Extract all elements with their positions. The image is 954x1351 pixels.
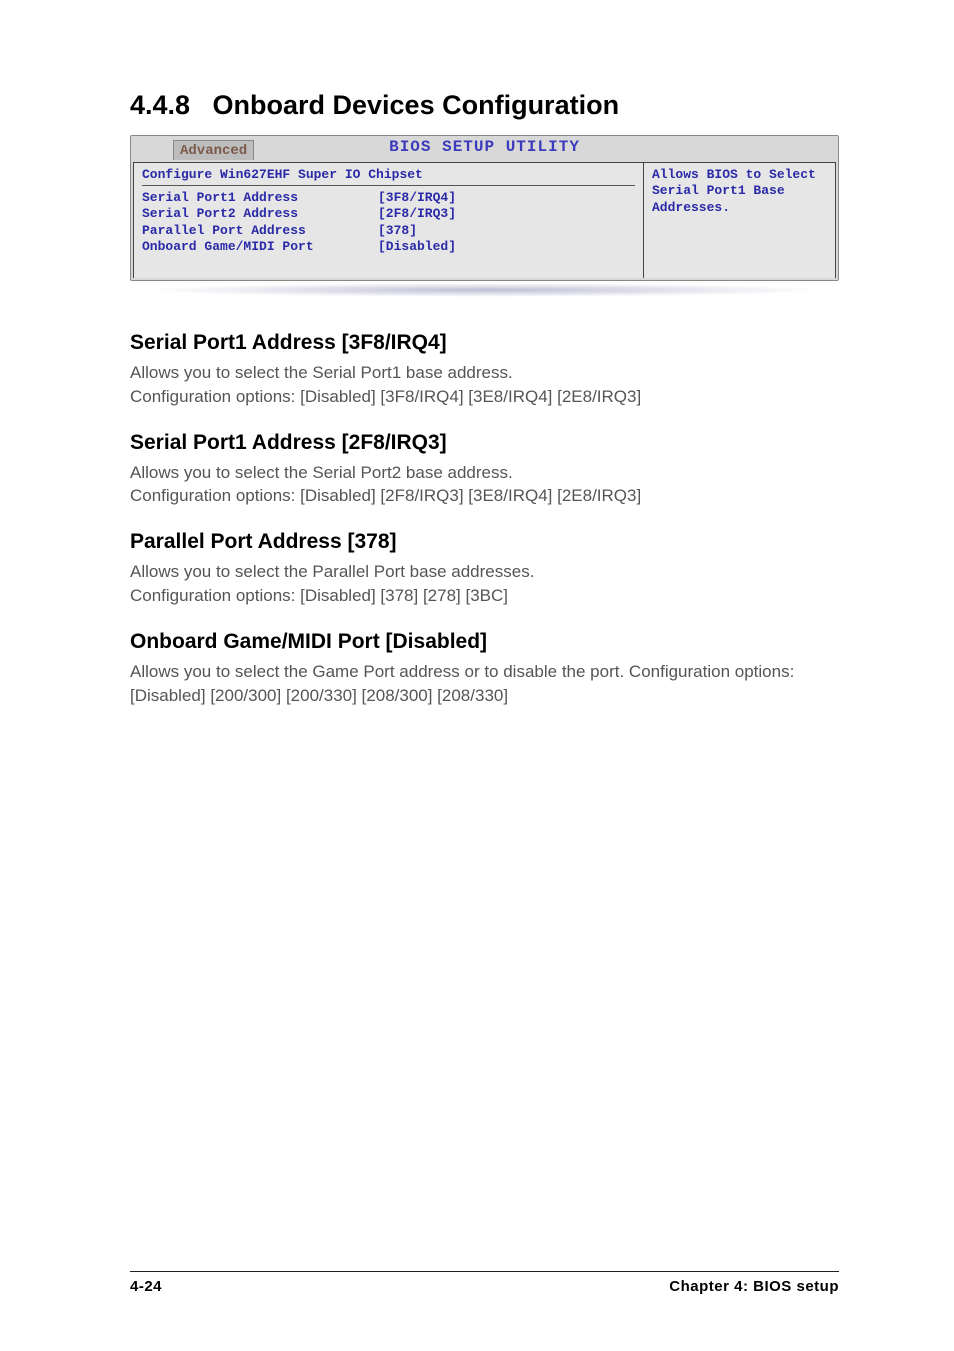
bios-row-value: [3F8/IRQ4] [378,190,456,206]
page-footer: 4-24 Chapter 4: BIOS setup [130,1271,839,1295]
bios-help-text: Allows BIOS to Select Serial Port1 Base … [652,167,827,216]
body-game-midi: Allows you to select the Game Port addre… [130,660,839,708]
bios-row: Parallel Port Address [378] [142,223,635,239]
bios-banner: BIOS SETUP UTILITY [389,138,580,156]
bios-help-panel: Allows BIOS to Select Serial Port1 Base … [644,162,836,278]
footer-page-number: 4-24 [130,1278,162,1295]
subheading-parallel-port: Parallel Port Address [378] [130,530,839,554]
bios-row: Serial Port1 Address [3F8/IRQ4] [142,190,635,206]
bios-row: Serial Port2 Address [2F8/IRQ3] [142,206,635,222]
bios-row-label: Serial Port1 Address [142,190,378,206]
bios-row-label: Onboard Game/MIDI Port [142,239,378,255]
section-heading: 4.4.8 Onboard Devices Configuration [130,90,839,121]
body-serial-port2: Allows you to select the Serial Port2 ba… [130,461,839,509]
section-number: 4.4.8 [130,90,190,121]
bios-row-value: [378] [378,223,417,239]
subheading-game-midi: Onboard Game/MIDI Port [Disabled] [130,630,839,654]
bios-left-panel: Configure Win627EHF Super IO Chipset Ser… [133,162,644,278]
bios-tab-advanced: Advanced [173,140,254,160]
bios-row: Onboard Game/MIDI Port [Disabled] [142,239,635,255]
bios-screenshot: BIOS SETUP UTILITY Advanced Configure Wi… [130,135,839,281]
section-title: Onboard Devices Configuration [213,90,620,121]
footer-chapter: Chapter 4: BIOS setup [669,1278,839,1295]
bios-titlebar: BIOS SETUP UTILITY Advanced [131,136,838,160]
bios-row-value: [Disabled] [378,239,456,255]
subheading-serial-port2: Serial Port1 Address [2F8/IRQ3] [130,431,839,455]
bios-divider [142,185,635,186]
subheading-serial-port1: Serial Port1 Address [3F8/IRQ4] [130,331,839,355]
bios-row-value: [2F8/IRQ3] [378,206,456,222]
bios-config-heading: Configure Win627EHF Super IO Chipset [142,167,635,182]
bios-body: Configure Win627EHF Super IO Chipset Ser… [131,160,838,280]
bios-shadow [144,283,825,297]
bios-row-label: Serial Port2 Address [142,206,378,222]
body-serial-port1: Allows you to select the Serial Port1 ba… [130,361,839,409]
bios-row-label: Parallel Port Address [142,223,378,239]
body-parallel-port: Allows you to select the Parallel Port b… [130,560,839,608]
